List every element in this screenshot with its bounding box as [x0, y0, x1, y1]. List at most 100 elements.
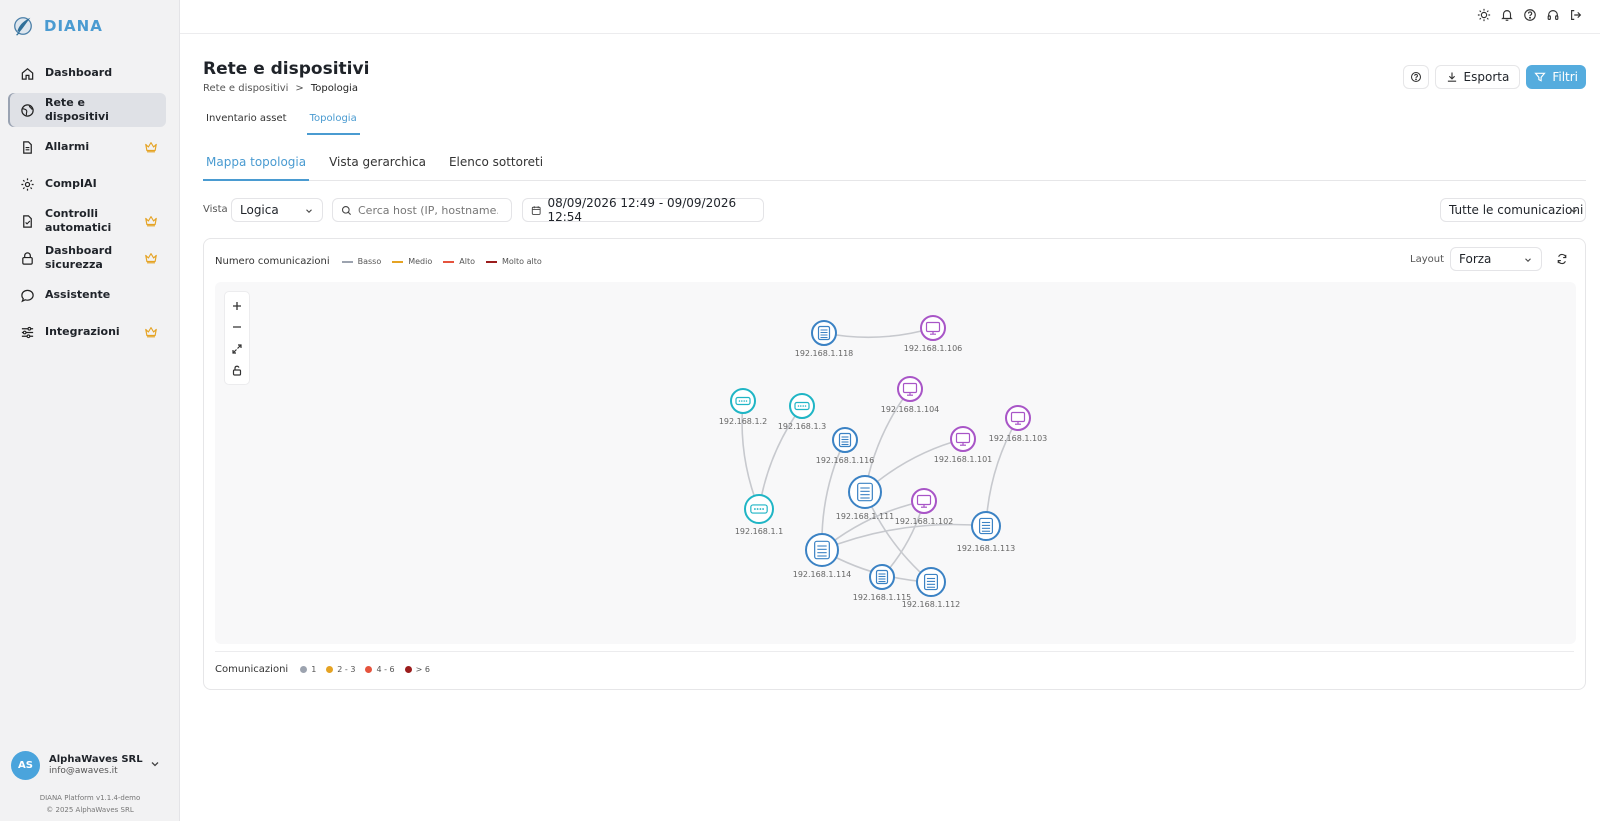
- node-circle[interactable]: [911, 488, 937, 514]
- node-circle[interactable]: [1005, 405, 1031, 431]
- topology-node[interactable]: 192.168.1.1: [735, 494, 783, 536]
- export-button[interactable]: Esporta: [1434, 65, 1521, 89]
- tab-inventario-asset[interactable]: Inventario asset: [203, 108, 290, 135]
- lock-button[interactable]: [228, 361, 246, 379]
- topology-node[interactable]: 192.168.1.3: [778, 393, 826, 431]
- legend-label: Medio: [408, 257, 433, 266]
- bell-icon[interactable]: [1499, 7, 1515, 23]
- tab-elenco-sottoreti[interactable]: Elenco sottoreti: [446, 150, 546, 181]
- vista-select[interactable]: Logica: [231, 198, 323, 222]
- sidebar-footer: DIANA Platform v1.1.4-demo © 2025 AlphaW…: [0, 792, 180, 816]
- calendar-icon: [531, 205, 541, 215]
- sun-icon[interactable]: [1476, 7, 1492, 23]
- sidebar-item-label: Allarmi: [45, 140, 90, 153]
- tab-vista-gerarchica[interactable]: Vista gerarchica: [326, 150, 429, 181]
- sidebar-item-dashboard-sicurezza[interactable]: Dashboard sicurezza: [8, 241, 166, 275]
- topology-node[interactable]: 192.168.1.102: [895, 488, 954, 526]
- zoom-out-button[interactable]: [228, 318, 246, 336]
- filter-bar: Vista Logica 08/09/2026 12:49 - 09/09/20…: [203, 196, 1586, 224]
- sidebar-item-label: CompIAI: [45, 177, 97, 190]
- sidebar-item-label: Assistente: [45, 288, 111, 301]
- legend-swatch: [341, 260, 353, 263]
- search-icon: [341, 205, 352, 215]
- node-circle[interactable]: [971, 511, 1001, 541]
- sidebar-item-controlli-automatici[interactable]: Controlli automatici: [8, 204, 166, 238]
- top-bar: [180, 0, 1600, 34]
- communications-legend: Comunicazioni 1 2 - 3 4 - 6 > 6: [215, 651, 1574, 675]
- brand[interactable]: DIANA: [12, 14, 103, 38]
- tab-topologia[interactable]: Topologia: [306, 108, 360, 135]
- sidebar-item-assistente[interactable]: Assistente: [8, 278, 166, 312]
- chevron-down-icon[interactable]: [149, 758, 161, 770]
- node-circle[interactable]: [744, 494, 774, 524]
- topology-node[interactable]: 192.168.1.116: [816, 427, 875, 465]
- layout-label: Layout: [1410, 253, 1444, 265]
- topology-canvas[interactable]: 192.168.1.118 192.168.1.106 192.168.1.2 192…: [215, 282, 1576, 644]
- network-icon: [19, 102, 35, 118]
- legend-title: Numero comunicazioni: [215, 256, 330, 267]
- node-circle[interactable]: [920, 315, 946, 341]
- topology-node[interactable]: 192.168.1.113: [957, 511, 1016, 553]
- account-switcher[interactable]: AS AlphaWaves SRL info@awaves.it: [11, 749, 161, 781]
- node-circle[interactable]: [897, 376, 923, 402]
- node-circle[interactable]: [730, 388, 756, 414]
- expand-icon: [232, 344, 242, 354]
- legend-label: 4 - 6: [376, 665, 395, 674]
- filter-button[interactable]: Filtri: [1526, 65, 1586, 89]
- topology-node[interactable]: 192.168.1.115: [853, 564, 912, 602]
- topology-card: Numero comunicazioni Basso Medio Alto Mo…: [203, 238, 1586, 690]
- sidebar-item-allarmi[interactable]: Allarmi: [8, 130, 166, 164]
- node-label: 192.168.1.2: [719, 417, 767, 426]
- node-circle[interactable]: [789, 393, 815, 419]
- sidebar-item-dashboard[interactable]: Dashboard: [8, 56, 166, 90]
- node-circle[interactable]: [950, 426, 976, 452]
- zoom-in-button[interactable]: [228, 297, 246, 315]
- sidebar-item-rete-e-dispositivi[interactable]: Rete e dispositivi: [8, 93, 166, 127]
- node-circle[interactable]: [916, 567, 946, 597]
- sidebar-item-integrazioni[interactable]: Integrazioni: [8, 315, 166, 349]
- topology-node[interactable]: 192.168.1.2: [719, 388, 767, 426]
- date-range-picker[interactable]: 08/09/2026 12:49 - 09/09/2026 12:54: [522, 196, 764, 224]
- sidebar-item-compiai[interactable]: CompIAI: [8, 167, 166, 201]
- breadcrumb-item[interactable]: Rete e dispositivi: [203, 83, 288, 94]
- layout-select[interactable]: Forza: [1450, 247, 1542, 271]
- headset-icon[interactable]: [1545, 7, 1561, 23]
- gear-icon: [19, 176, 35, 192]
- topology-node[interactable]: 192.168.1.114: [793, 533, 852, 579]
- topology-node[interactable]: 192.168.1.106: [904, 315, 963, 353]
- date-range-value: 08/09/2026 12:49 - 09/09/2026 12:54: [547, 196, 737, 224]
- sidebar-nav: Dashboard Rete e dispositivi Allarmi CompIA…: [8, 56, 166, 352]
- tab-mappa-topologia[interactable]: Mappa topologia: [203, 150, 310, 181]
- topology-node[interactable]: 192.168.1.111: [836, 475, 895, 521]
- search-input[interactable]: [358, 203, 498, 217]
- node-circle[interactable]: [848, 475, 882, 509]
- diana-logo-icon: [14, 17, 32, 36]
- sidebar-item-label: Controlli automatici: [45, 207, 112, 234]
- fit-view-button[interactable]: [228, 340, 246, 358]
- vista-label: Vista: [203, 204, 228, 215]
- host-search[interactable]: [332, 198, 512, 222]
- topology-node[interactable]: 192.168.1.118: [795, 320, 854, 358]
- refresh-button[interactable]: [1550, 247, 1574, 271]
- topology-edge[interactable]: [823, 327, 934, 339]
- header-actions: Esporta Filtri: [1402, 65, 1586, 89]
- topology-node[interactable]: 192.168.1.104: [881, 376, 940, 414]
- topology-graph[interactable]: 192.168.1.118 192.168.1.106 192.168.1.2 192…: [215, 282, 1576, 644]
- page-title: Rete e dispositivi: [203, 59, 370, 79]
- help-button[interactable]: [1402, 65, 1429, 89]
- node-circle[interactable]: [805, 533, 839, 567]
- legend-label: Molto alto: [502, 257, 542, 266]
- legend-label: Basso: [357, 257, 382, 266]
- topology-node[interactable]: 192.168.1.112: [902, 567, 961, 609]
- document-alert-icon: [19, 139, 35, 155]
- communications-select[interactable]: Tutte le comunicazioni: [1440, 198, 1586, 222]
- node-label: 192.168.1.114: [793, 570, 852, 579]
- logout-icon[interactable]: [1568, 7, 1584, 23]
- help-icon[interactable]: [1522, 7, 1538, 23]
- node-label: 192.168.1.104: [881, 405, 940, 414]
- primary-tabs: Inventario asset Topologia: [203, 108, 377, 135]
- topology-node[interactable]: 192.168.1.103: [989, 405, 1048, 443]
- crown-icon: [145, 253, 157, 264]
- communication-level-legend: Numero comunicazioni Basso Medio Alto Mo…: [215, 256, 553, 267]
- node-label: 192.168.1.116: [816, 456, 875, 465]
